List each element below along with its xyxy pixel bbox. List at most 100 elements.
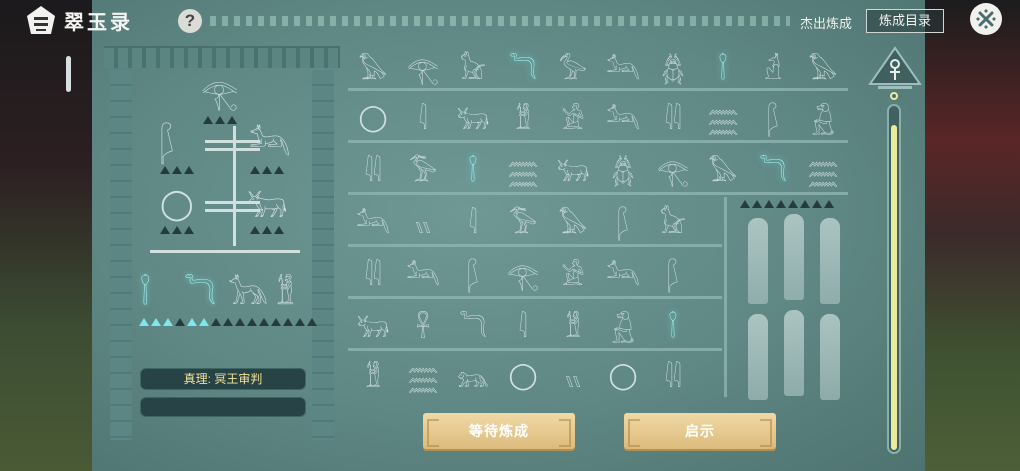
- scarab-glyph-icon[interactable]: 𓆣: [648, 44, 698, 90]
- hint-button[interactable]: 启示: [624, 413, 776, 449]
- eye-glyph-icon[interactable]: 𓂀: [648, 146, 698, 192]
- close-icon: [976, 9, 996, 29]
- weight-marks: [160, 166, 194, 174]
- mummy-icon: 𓁰: [276, 278, 295, 311]
- jackal-icon: 𓃢: [249, 126, 291, 162]
- reeds-glyph-icon[interactable]: 𓇌: [348, 250, 398, 296]
- reed-glyph-icon[interactable]: 𓇋: [448, 198, 498, 244]
- feather-glyph-icon[interactable]: 𓆄: [748, 94, 798, 140]
- row-separator: [348, 244, 722, 247]
- mummy-glyph-icon[interactable]: 𓁰: [498, 94, 548, 140]
- eye-glyph-icon[interactable]: 𓂀: [498, 250, 548, 296]
- row-separator: [348, 140, 848, 143]
- feather-glyph-icon[interactable]: 𓆄: [448, 250, 498, 296]
- deity-figures: [736, 196, 848, 402]
- bull-glyph-icon[interactable]: 𓃒: [548, 146, 598, 192]
- deity-figure: [820, 218, 840, 304]
- ring-glyph-icon[interactable]: ◯: [598, 352, 648, 398]
- bird-glyph-icon[interactable]: 𓅃: [348, 44, 398, 90]
- help-button[interactable]: ?: [178, 9, 202, 33]
- top-ornament: [210, 16, 790, 26]
- progress-slider[interactable]: [887, 104, 901, 454]
- pair-glyph-icon[interactable]: 𓏭: [398, 198, 448, 244]
- crossed-staves-icon: 𓌉: [140, 278, 151, 311]
- tree-trunk: [233, 126, 236, 246]
- verdict-label: 真理: 冥王审判: [140, 368, 306, 390]
- weight-marks: [203, 116, 237, 124]
- mummy-glyph-icon[interactable]: 𓁰: [548, 302, 598, 348]
- grid-divider: [724, 197, 727, 397]
- tablet-frieze: [104, 46, 340, 68]
- wait-alchemy-button[interactable]: 等待炼成: [423, 413, 575, 449]
- close-button[interactable]: [970, 3, 1002, 35]
- scarab-glyph-icon[interactable]: 𓆣: [598, 146, 648, 192]
- jackal-head-glyph-icon[interactable]: 𓁢: [748, 44, 798, 90]
- serpent-glyph-icon[interactable]: 𓆓: [498, 44, 548, 90]
- water-glyph-icon[interactable]: 𓈗: [398, 352, 448, 398]
- tablet-pillar-right: [312, 70, 334, 440]
- jackal-icon: 𓃥: [228, 278, 268, 311]
- ring-icon: ◯: [160, 188, 194, 221]
- seated-cat-glyph-icon[interactable]: 𓃠: [448, 44, 498, 90]
- slider-knob[interactable]: [890, 92, 898, 100]
- jackal-glyph-icon[interactable]: 𓃢: [598, 44, 648, 90]
- ibis-glyph-icon[interactable]: 𓅞: [548, 44, 598, 90]
- feather-glyph-icon[interactable]: 𓆄: [648, 250, 698, 296]
- weight-marks: [139, 318, 317, 326]
- deity-figure: [748, 314, 768, 400]
- reed-glyph-icon[interactable]: 𓇋: [498, 302, 548, 348]
- reeds-glyph-icon[interactable]: 𓇌: [348, 146, 398, 192]
- ring-glyph-icon[interactable]: ◯: [498, 352, 548, 398]
- background-right: [925, 0, 1020, 471]
- weight-marks: [250, 166, 284, 174]
- heron-glyph-icon[interactable]: 𓅣: [398, 146, 448, 192]
- mummy-glyph-icon[interactable]: 𓁰: [348, 352, 398, 398]
- ankh-pair-glyph-icon[interactable]: 𓋹: [398, 302, 448, 348]
- baboon-glyph-icon[interactable]: 𓃻: [798, 94, 848, 140]
- bird-glyph-icon[interactable]: 𓅃: [548, 198, 598, 244]
- crossed-staves-glyph-icon[interactable]: 𓌉: [448, 146, 498, 192]
- bird-glyph-icon[interactable]: 𓅃: [698, 146, 748, 192]
- jackal-glyph-icon[interactable]: 𓃢: [348, 198, 398, 244]
- crossed-staves-glyph-icon[interactable]: 𓌉: [648, 302, 698, 348]
- kneeling-man-glyph-icon[interactable]: 𓀀: [548, 94, 598, 140]
- ankh-pyramid-icon: [868, 46, 922, 89]
- reeds-glyph-icon[interactable]: 𓇌: [648, 94, 698, 140]
- jackal-glyph-icon[interactable]: 𓃢: [398, 250, 448, 296]
- bird-glyph-icon[interactable]: 𓅃: [798, 44, 848, 90]
- deity-figure: [820, 314, 840, 400]
- eye-of-horus-icon: 𓂀: [201, 78, 239, 111]
- kneeling-man-glyph-icon[interactable]: 𓀀: [548, 250, 598, 296]
- pair-glyph-icon[interactable]: 𓏭: [548, 352, 598, 398]
- heron-glyph-icon[interactable]: 𓅣: [498, 198, 548, 244]
- row-separator: [348, 348, 722, 351]
- bull-icon: 𓃒: [247, 188, 288, 224]
- lion-glyph-icon[interactable]: 𓃬: [448, 352, 498, 398]
- reeds-glyph-icon[interactable]: 𓇌: [648, 352, 698, 398]
- bull-glyph-icon[interactable]: 𓃒: [448, 94, 498, 140]
- water-glyph-icon[interactable]: 𓈗: [698, 94, 748, 140]
- baboon-glyph-icon[interactable]: 𓃻: [598, 302, 648, 348]
- feather-icon: 𓆄: [160, 126, 175, 162]
- weight-marks: [740, 200, 834, 208]
- side-tab-handle[interactable]: [66, 56, 71, 92]
- reed-glyph-icon[interactable]: 𓇋: [398, 94, 448, 140]
- crossed-staves-glyph-icon[interactable]: 𓌉: [698, 44, 748, 90]
- weight-marks: [250, 226, 284, 234]
- bull-glyph-icon[interactable]: 𓃒: [348, 302, 398, 348]
- serpent-glyph-icon[interactable]: 𓆓: [448, 302, 498, 348]
- deity-figure: [784, 310, 804, 396]
- serpent-glyph-icon[interactable]: 𓆓: [748, 146, 798, 192]
- water-glyph-icon[interactable]: 𓈗: [498, 146, 548, 192]
- logo-icon: [27, 6, 55, 34]
- tree-branch: [150, 250, 300, 253]
- alchemy-catalog-button[interactable]: 炼成目录: [866, 9, 944, 33]
- seated-cat-glyph-icon[interactable]: 𓃠: [648, 198, 698, 244]
- water-glyph-icon[interactable]: 𓈗: [798, 146, 848, 192]
- jackal-glyph-icon[interactable]: 𓃢: [598, 250, 648, 296]
- ring-glyph-icon[interactable]: ◯: [348, 94, 398, 140]
- feather-glyph-icon[interactable]: 𓆄: [598, 198, 648, 244]
- glyph-row: 𓇌𓅣𓌉𓈗𓃒𓆣𓂀𓅃𓆓𓈗: [348, 146, 848, 192]
- jackal-glyph-icon[interactable]: 𓃢: [598, 94, 648, 140]
- eye-glyph-icon[interactable]: 𓂀: [398, 44, 448, 90]
